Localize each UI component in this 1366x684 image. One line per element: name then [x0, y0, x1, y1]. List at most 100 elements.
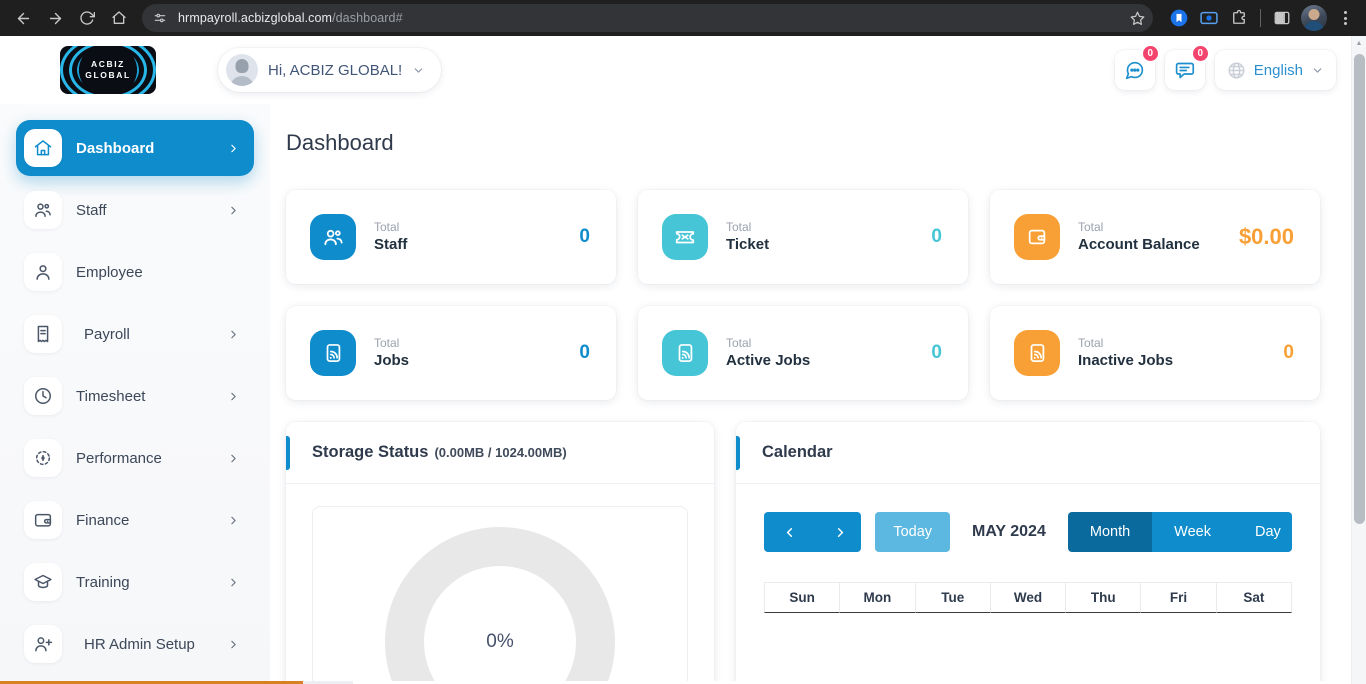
logo-line-1: ACBIZ [91, 59, 125, 69]
sidebar-item-label: Performance [76, 449, 162, 467]
calendar-view-day-button[interactable]: Day [1232, 512, 1292, 552]
stat-card-staff[interactable]: Total Staff 0 [286, 190, 616, 284]
sidebar-item-hr-admin-setup[interactable]: HR Admin Setup [16, 616, 254, 672]
weekday-header-cell: Sat [1216, 583, 1292, 613]
sidebar-item-employee[interactable]: Employee [16, 244, 254, 300]
storage-usage-text: (0.00MB / 1024.00MB) [434, 445, 567, 460]
acbiz-global-logo: ACBIZ GLOBAL [60, 46, 156, 94]
chevron-right-icon[interactable] [227, 576, 240, 589]
cast-icon [310, 330, 356, 376]
calendar-panel: Calendar Today MAY 2024 Month Week Day S… [736, 422, 1320, 684]
language-selector[interactable]: English [1214, 50, 1336, 90]
weekday-header-cell: Mon [840, 583, 916, 613]
browser-toolbar: hrmpayroll.acbizglobal.com/dashboard# [0, 0, 1366, 36]
storage-panel-title: Storage Status [312, 443, 429, 461]
side-panel-icon[interactable] [1268, 4, 1296, 32]
scroll-up-arrow-icon[interactable]: ▲ [1352, 36, 1366, 50]
site-settings-icon[interactable] [150, 8, 170, 28]
forward-arrow-icon[interactable] [40, 3, 70, 33]
stat-card-active-jobs[interactable]: Total Active Jobs 0 [638, 306, 968, 400]
bookmark-manager-icon[interactable] [1165, 4, 1193, 32]
panels-row: Storage Status (0.00MB / 1024.00MB) 0% C… [286, 422, 1320, 684]
calendar-nav-group [764, 512, 862, 552]
stat-card-value: 0 [579, 342, 590, 363]
profile-avatar[interactable] [1301, 5, 1327, 31]
calendar-toolbar: Today MAY 2024 Month Week Day [764, 512, 1292, 552]
wallet-icon [24, 501, 62, 539]
page-scrollbar[interactable]: ▲ [1351, 36, 1366, 684]
sidebar-item-training[interactable]: Training [16, 554, 254, 610]
chevron-right-icon[interactable] [227, 638, 240, 651]
user-greeting: Hi, ACBIZ GLOBAL! [268, 61, 403, 79]
star-icon[interactable] [1127, 8, 1147, 28]
storage-percent-label: 0% [486, 631, 514, 652]
stat-card-value: 0 [579, 226, 590, 247]
calendar-panel-header: Calendar [736, 422, 1320, 484]
chevron-right-icon[interactable] [227, 452, 240, 465]
calendar-next-button[interactable] [815, 512, 862, 552]
storage-donut-chart: 0% [385, 527, 615, 684]
stat-card-value: $0.00 [1238, 224, 1294, 249]
chevron-right-icon[interactable] [227, 514, 240, 527]
three-dot-menu-icon[interactable] [1332, 5, 1358, 31]
stat-card-name: Jobs [374, 351, 410, 369]
wallet-icon [1014, 214, 1060, 260]
stat-cards-row-1: Total Staff 0 Total Ticket 0 Total Account Bala… [286, 190, 1320, 284]
stat-card-ticket[interactable]: Total Ticket 0 [638, 190, 968, 284]
sidebar-item-timesheet[interactable]: Timesheet [16, 368, 254, 424]
stat-card-account-balance[interactable]: Total Account Balance $0.00 [990, 190, 1320, 284]
address-bar[interactable]: hrmpayroll.acbizglobal.com/dashboard# [142, 4, 1153, 32]
extension-icons [1161, 4, 1358, 32]
chevron-right-icon[interactable] [227, 328, 240, 341]
cast-icon [662, 330, 708, 376]
user-menu[interactable]: Hi, ACBIZ GLOBAL! [218, 48, 442, 92]
toolbar-divider [1260, 9, 1261, 27]
home-icon [24, 129, 62, 167]
chevron-right-icon[interactable] [227, 204, 240, 217]
calendar-prev-button[interactable] [764, 512, 815, 552]
stat-total-label: Total [726, 219, 752, 234]
chevron-right-icon[interactable] [227, 390, 240, 403]
body-row: Dashboard Staff Employee Payroll Timesheet Pe… [0, 104, 1366, 684]
stat-card-name: Staff [374, 235, 408, 253]
sidebar-item-label: Employee [76, 263, 143, 281]
stat-card-jobs[interactable]: Total Jobs 0 [286, 306, 616, 400]
home-icon[interactable] [104, 3, 134, 33]
sidebar-item-finance[interactable]: Finance [16, 492, 254, 548]
sidebar-item-dashboard[interactable]: Dashboard [16, 120, 254, 176]
chevron-down-icon[interactable] [412, 64, 425, 77]
chat-bubble-icon[interactable]: 0 [1114, 45, 1159, 90]
calendar-today-button[interactable]: Today [875, 512, 951, 552]
stat-card-name: Active Jobs [726, 351, 811, 369]
calendar-view-switcher: Month Week Day [1067, 512, 1292, 552]
chevron-right-icon[interactable] [227, 142, 240, 155]
sidebar-item-payroll[interactable]: Payroll [16, 306, 254, 362]
screenshot-icon[interactable] [1195, 4, 1223, 32]
calendar-view-month-button[interactable]: Month [1067, 512, 1153, 552]
calendar-view-week-button[interactable]: Week [1152, 512, 1233, 552]
target-icon [24, 439, 62, 477]
weekday-header-cell: Wed [990, 583, 1067, 613]
stat-total-label: Total [374, 219, 400, 234]
stat-card-name: Ticket [726, 235, 770, 253]
chevron-down-icon[interactable] [1311, 64, 1324, 77]
app-header: ACBIZ GLOBAL Hi, ACBIZ GLOBAL! 0 0 Engli… [0, 36, 1366, 104]
message-square-icon[interactable]: 0 [1164, 45, 1209, 90]
weekday-header-cell: Sun [764, 583, 841, 613]
storage-panel-header: Storage Status (0.00MB / 1024.00MB) [286, 422, 714, 484]
stat-card-inactive-jobs[interactable]: Total Inactive Jobs 0 [990, 306, 1320, 400]
scrollbar-thumb[interactable] [1354, 54, 1365, 524]
extensions-puzzle-icon[interactable] [1225, 4, 1253, 32]
ticket-icon [662, 214, 708, 260]
sidebar-item-label: Staff [76, 201, 107, 219]
sidebar-item-label: Timesheet [76, 387, 146, 405]
users-icon [310, 214, 356, 260]
reload-icon[interactable] [72, 3, 102, 33]
back-arrow-icon[interactable] [8, 3, 38, 33]
url-path: /dashboard# [332, 11, 403, 25]
sidebar-item-performance[interactable]: Performance [16, 430, 254, 486]
users-icon [24, 191, 62, 229]
sidebar-item-staff[interactable]: Staff [16, 182, 254, 238]
stat-cards-row-2: Total Jobs 0 Total Active Jobs 0 Total Inactive… [286, 306, 1320, 400]
sidebar-item-label: HR Admin Setup [84, 635, 195, 653]
